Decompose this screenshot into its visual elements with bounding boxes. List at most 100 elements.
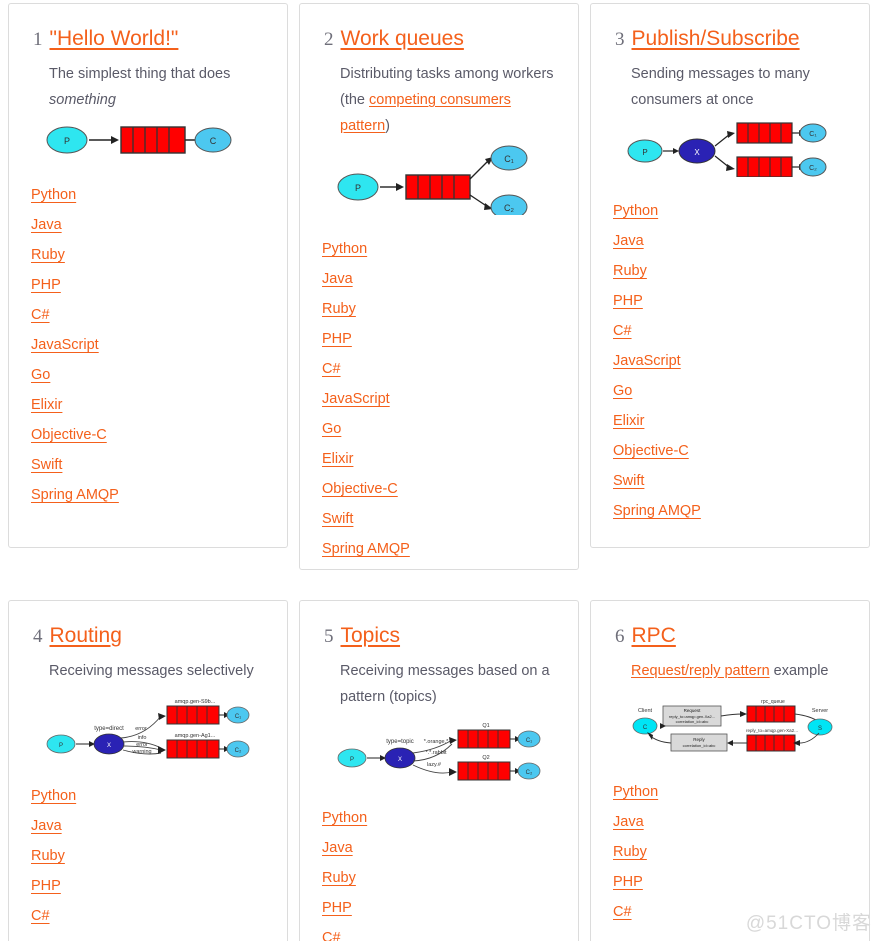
- lang-link-go[interactable]: Go: [613, 376, 632, 406]
- card-title-link[interactable]: Publish/Subscribe: [632, 26, 800, 52]
- card-header: 1 "Hello World!": [27, 26, 269, 53]
- lang-link-java[interactable]: Java: [31, 811, 62, 841]
- lang-link-elixir[interactable]: Elixir: [322, 444, 353, 474]
- lang-link-elixir[interactable]: Elixir: [613, 406, 644, 436]
- tutorial-card-work-queues[interactable]: 2 Work queues Distributing tasks among w…: [299, 3, 579, 570]
- lang-link-python[interactable]: Python: [322, 803, 367, 833]
- card-number: 3: [615, 29, 625, 50]
- list-item: Python: [322, 803, 560, 833]
- list-item: Elixir: [31, 390, 269, 420]
- producer-label: P: [350, 757, 354, 763]
- hello-world-svg: P C: [46, 126, 232, 154]
- diagram-routing: P X type=direct error info error warning: [27, 690, 269, 767]
- consumer-label: C: [210, 136, 217, 146]
- lang-link-ruby[interactable]: Ruby: [322, 863, 356, 893]
- client-node-label: C: [643, 725, 648, 731]
- lang-link-python[interactable]: Python: [613, 196, 658, 226]
- lang-link-elixir[interactable]: Elixir: [31, 390, 62, 420]
- lang-link-objective-c[interactable]: Objective-C: [322, 474, 398, 504]
- lang-link-python[interactable]: Python: [31, 781, 76, 811]
- lang-link-csharp[interactable]: C#: [613, 897, 632, 927]
- lang-link-java[interactable]: Java: [613, 226, 644, 256]
- lang-link-csharp[interactable]: C#: [322, 923, 341, 941]
- card-title-link[interactable]: Topics: [341, 623, 401, 649]
- tutorial-card-rpc[interactable]: 6 RPC Request/reply pattern example Clie…: [590, 600, 870, 941]
- lang-link-java[interactable]: Java: [322, 264, 353, 294]
- tutorial-card-hello-world[interactable]: 1 "Hello World!" The simplest thing that…: [8, 3, 288, 548]
- lang-link-java[interactable]: Java: [31, 210, 62, 240]
- list-item: Python: [31, 781, 269, 811]
- server-label: Server: [812, 708, 828, 714]
- list-item: PHP: [322, 324, 560, 354]
- list-item: Ruby: [613, 837, 851, 867]
- lang-link-csharp[interactable]: C#: [322, 354, 341, 384]
- card-description: Request/reply pattern example: [609, 658, 851, 684]
- lang-link-ruby[interactable]: Ruby: [613, 256, 647, 286]
- binding-label-2: info: [138, 735, 147, 741]
- lang-link-spring-amqp[interactable]: Spring AMQP: [613, 496, 701, 526]
- lang-link-ruby[interactable]: Ruby: [31, 841, 65, 871]
- lang-link-php[interactable]: PHP: [322, 893, 352, 923]
- lang-link-ruby[interactable]: Ruby: [31, 240, 65, 270]
- binding-label-2: *.*.rabbit: [425, 750, 447, 756]
- binding-label-3: error: [136, 742, 148, 748]
- tutorial-card-routing[interactable]: 4 Routing Receiving messages selectively…: [8, 600, 288, 941]
- lang-link-csharp[interactable]: C#: [613, 316, 632, 346]
- lang-link-python[interactable]: Python: [613, 777, 658, 807]
- list-item: Swift: [31, 450, 269, 480]
- lang-link-php[interactable]: PHP: [613, 867, 643, 897]
- lang-link-php[interactable]: PHP: [31, 871, 61, 901]
- lang-link-php[interactable]: PHP: [322, 324, 352, 354]
- diagram-rpc: Client C Request reply_to=amqp.gen-Xa2..…: [609, 690, 851, 763]
- lang-link-java[interactable]: Java: [322, 833, 353, 863]
- list-item: PHP: [613, 286, 851, 316]
- lang-link-csharp[interactable]: C#: [31, 300, 50, 330]
- lang-link-objective-c[interactable]: Objective-C: [31, 420, 107, 450]
- lang-link-javascript[interactable]: JavaScript: [613, 346, 681, 376]
- lang-link-python[interactable]: Python: [31, 180, 76, 210]
- queue-name-2: Q2: [482, 755, 489, 761]
- lang-link-ruby[interactable]: Ruby: [322, 294, 356, 324]
- lang-link-swift[interactable]: Swift: [31, 450, 62, 480]
- description-inline-link[interactable]: Request/reply pattern: [631, 663, 770, 679]
- card-title-link[interactable]: RPC: [632, 623, 676, 649]
- queue-name-2: reply_to=amqp.gen-Xa2...: [746, 728, 798, 733]
- consumer-1-label: C₁: [235, 714, 241, 720]
- description-suffix: ): [385, 118, 390, 134]
- queue-box-2: [746, 734, 796, 752]
- list-item: Spring AMQP: [322, 534, 560, 564]
- lang-link-javascript[interactable]: JavaScript: [31, 330, 99, 360]
- lang-link-swift[interactable]: Swift: [322, 504, 353, 534]
- lang-link-python[interactable]: Python: [322, 234, 367, 264]
- list-item: C#: [31, 901, 269, 931]
- lang-link-java[interactable]: Java: [613, 807, 644, 837]
- lang-link-spring-amqp[interactable]: Spring AMQP: [31, 480, 119, 510]
- lang-link-php[interactable]: PHP: [31, 270, 61, 300]
- lang-link-go[interactable]: Go: [322, 414, 341, 444]
- lang-link-swift[interactable]: Swift: [613, 466, 644, 496]
- lang-link-objective-c[interactable]: Objective-C: [613, 436, 689, 466]
- binding-label-1: *.orange.*: [424, 739, 449, 745]
- description-suffix: example: [769, 663, 829, 679]
- list-item: Ruby: [31, 240, 269, 270]
- server-node-label: S: [818, 726, 822, 732]
- list-item: Elixir: [613, 406, 851, 436]
- diagram-topics: P X type=topic *.orange.* *.*.rabbit laz…: [318, 716, 560, 789]
- card-description: Receiving messages selectively: [49, 663, 254, 679]
- lang-link-spring-amqp[interactable]: Spring AMQP: [322, 534, 410, 564]
- card-title-link[interactable]: Routing: [50, 623, 122, 649]
- binding-label-4: warning: [131, 749, 151, 755]
- list-item: Swift: [613, 466, 851, 496]
- tutorial-card-topics[interactable]: 5 Topics Receiving messages based on a p…: [299, 600, 579, 941]
- lang-link-ruby[interactable]: Ruby: [613, 837, 647, 867]
- list-item: Spring AMQP: [613, 496, 851, 526]
- card-title-link[interactable]: Work queues: [341, 26, 464, 52]
- lang-link-csharp[interactable]: C#: [31, 901, 50, 931]
- card-title-link[interactable]: "Hello World!": [50, 26, 179, 52]
- language-list: Python Java Ruby PHP C#: [27, 781, 269, 931]
- lang-link-javascript[interactable]: JavaScript: [322, 384, 390, 414]
- tutorial-row-top: 1 "Hello World!" The simplest thing that…: [0, 3, 886, 570]
- tutorial-card-publish-subscribe[interactable]: 3 Publish/Subscribe Sending messages to …: [590, 3, 870, 548]
- lang-link-go[interactable]: Go: [31, 360, 50, 390]
- lang-link-php[interactable]: PHP: [613, 286, 643, 316]
